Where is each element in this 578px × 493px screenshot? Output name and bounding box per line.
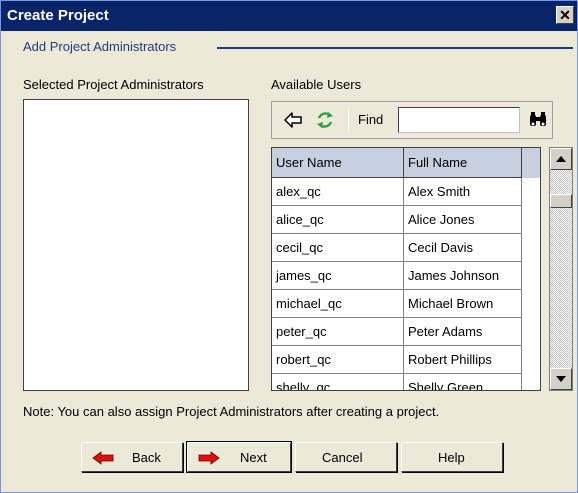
table-row[interactable]: peter_qc Peter Adams	[272, 318, 540, 346]
table-row[interactable]: robert_qc Robert Phillips	[272, 346, 540, 374]
user-name-cell: peter_qc	[272, 318, 404, 346]
cancel-button[interactable]: Cancel	[295, 442, 397, 472]
red-arrow-right-icon	[198, 451, 220, 465]
full-name-cell: Alice Jones	[404, 206, 522, 234]
triangle-up-icon	[556, 156, 566, 162]
section-divider	[217, 47, 573, 49]
section-title: Add Project Administrators	[23, 39, 181, 54]
red-arrow-left-icon	[92, 451, 114, 465]
scroll-up-button[interactable]	[550, 148, 572, 170]
available-users-toolbar: Find	[271, 101, 553, 139]
user-name-cell: cecil_qc	[272, 234, 404, 262]
table-row[interactable]: james_qc James Johnson	[272, 262, 540, 290]
binoculars-icon	[530, 112, 546, 126]
column-header-user-name[interactable]: User Name	[272, 148, 404, 178]
next-button[interactable]: Next	[186, 441, 292, 473]
full-name-cell: Robert Phillips	[404, 346, 522, 374]
table-row[interactable]: michael_qc Michael Brown	[272, 290, 540, 318]
help-button[interactable]: Help	[401, 442, 503, 472]
full-name-cell: James Johnson	[404, 262, 522, 290]
next-label: Next	[240, 450, 267, 465]
user-name-cell: shelly_qc	[272, 374, 404, 390]
refresh-icon	[317, 112, 333, 128]
triangle-down-icon	[556, 376, 566, 382]
available-users-table: User Name Full Name alex_qc Alex Smith a…	[271, 147, 541, 391]
back-label: Back	[132, 450, 161, 465]
arrow-left-icon	[284, 112, 302, 128]
back-button[interactable]: Back	[81, 442, 183, 472]
find-input[interactable]	[398, 107, 520, 133]
selected-admins-list[interactable]	[23, 99, 249, 391]
table-row[interactable]: alex_qc Alex Smith	[272, 178, 540, 206]
full-name-cell: Cecil Davis	[404, 234, 522, 262]
table-row[interactable]: shelly_qc Shelly Green	[272, 374, 540, 390]
full-name-cell: Alex Smith	[404, 178, 522, 206]
help-label: Help	[438, 450, 465, 465]
table-row[interactable]: alice_qc Alice Jones	[272, 206, 540, 234]
user-name-cell: robert_qc	[272, 346, 404, 374]
table-header: User Name Full Name	[272, 148, 540, 178]
user-name-cell: alex_qc	[272, 178, 404, 206]
table-row[interactable]: cecil_qc Cecil Davis	[272, 234, 540, 262]
full-name-cell: Shelly Green	[404, 374, 522, 390]
table-vertical-scrollbar[interactable]	[549, 147, 573, 391]
full-name-cell: Peter Adams	[404, 318, 522, 346]
user-name-cell: michael_qc	[272, 290, 404, 318]
close-icon: ✕	[559, 7, 571, 23]
column-header-full-name[interactable]: Full Name	[404, 148, 522, 178]
note-text: Note: You can also assign Project Admini…	[23, 404, 440, 419]
dialog-title: Create Project	[7, 7, 109, 24]
selected-admins-label: Selected Project Administrators	[23, 77, 204, 92]
user-name-cell: james_qc	[272, 262, 404, 290]
cancel-label: Cancel	[322, 450, 363, 465]
full-name-cell: Michael Brown	[404, 290, 522, 318]
scroll-down-button[interactable]	[550, 368, 572, 390]
available-users-label: Available Users	[271, 77, 362, 92]
toolbar-separator	[348, 108, 349, 132]
add-to-selected-button[interactable]	[282, 109, 304, 131]
find-button[interactable]	[528, 110, 548, 130]
create-project-dialog: Create Project ✕ Add Project Administrat…	[0, 0, 578, 493]
find-label: Find	[358, 112, 384, 127]
title-bar[interactable]: Create Project ✕	[1, 1, 577, 31]
scrollbar-thumb[interactable]	[550, 194, 572, 208]
user-name-cell: alice_qc	[272, 206, 404, 234]
refresh-button[interactable]	[314, 109, 336, 131]
close-button[interactable]: ✕	[556, 6, 574, 24]
